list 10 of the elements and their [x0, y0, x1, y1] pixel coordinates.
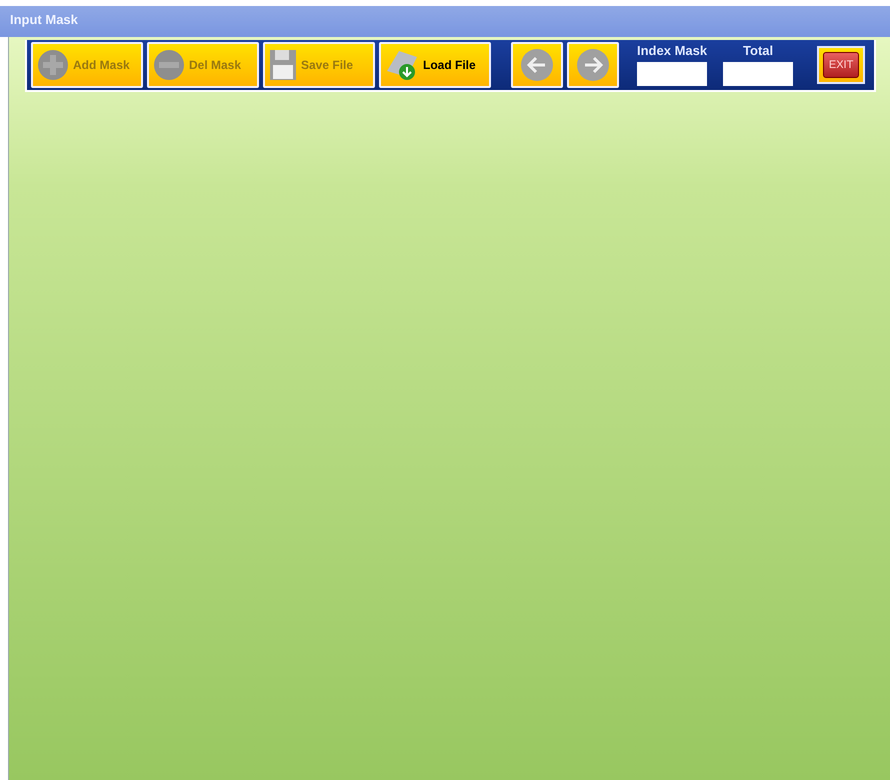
plus-icon — [37, 49, 69, 81]
window-title: Input Mask — [10, 12, 78, 27]
field-label: Total — [743, 44, 774, 58]
input-field[interactable] — [723, 62, 794, 86]
field-label: Index Mask — [637, 44, 708, 58]
toolbar-button[interactable]: Load File — [379, 42, 491, 88]
minus-icon — [153, 49, 185, 81]
input-field[interactable] — [637, 62, 708, 86]
disk-download-icon — [385, 49, 419, 81]
exit-button[interactable]: EXIT — [817, 46, 866, 84]
